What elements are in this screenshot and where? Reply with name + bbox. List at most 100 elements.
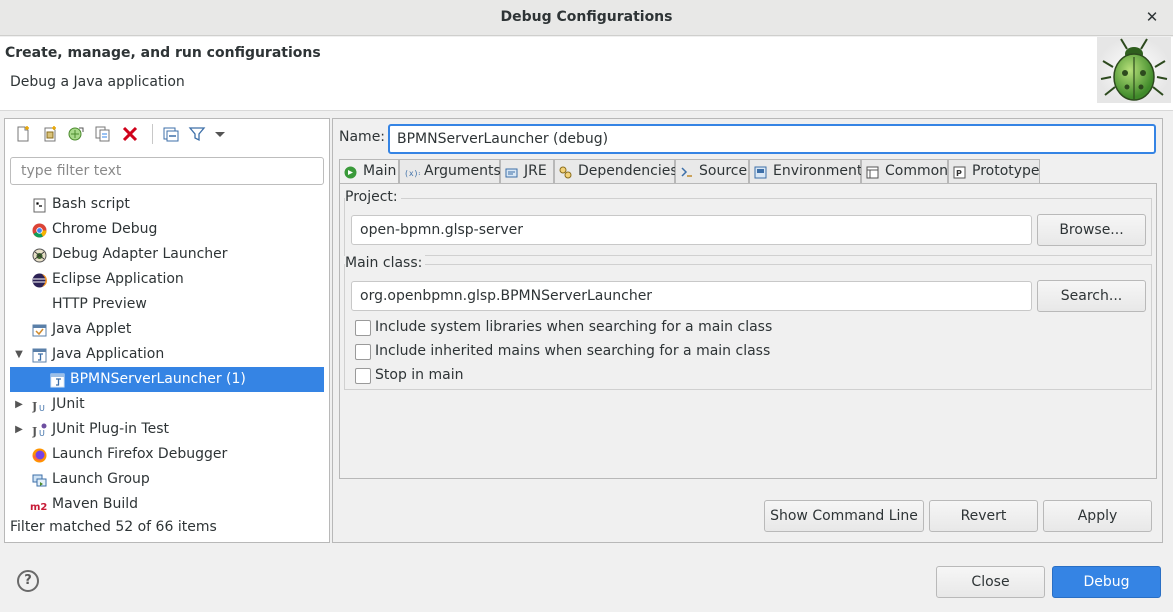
help-icon[interactable]: ? bbox=[17, 570, 39, 592]
main-tab-icon bbox=[344, 164, 357, 179]
view-menu-icon[interactable] bbox=[211, 125, 229, 143]
tree-item-java-application[interactable]: ▼ Java Application bbox=[10, 342, 324, 367]
filter-input[interactable] bbox=[10, 157, 324, 185]
svg-text:J: J bbox=[32, 400, 37, 413]
show-command-line-button[interactable]: Show Command Line bbox=[764, 500, 924, 532]
duplicate-icon[interactable] bbox=[94, 125, 112, 143]
stop-in-main-label[interactable]: Stop in main bbox=[375, 367, 463, 383]
configuration-editor: Name: Main (x)= Arguments JRE Dependenci… bbox=[332, 118, 1163, 543]
tree-item-label: JUnit bbox=[52, 396, 85, 412]
tree-item-debug-adapter-launcher[interactable]: Debug Adapter Launcher bbox=[10, 242, 324, 267]
tree-item-bpmn-server-launcher[interactable]: BPMNServerLauncher (1) bbox=[10, 367, 324, 392]
firefox-icon bbox=[32, 447, 47, 463]
tab-environment[interactable]: Environment bbox=[749, 159, 863, 183]
include-inherited-mains-checkbox[interactable] bbox=[355, 344, 371, 360]
junit-plugin-icon: JU bbox=[31, 422, 47, 438]
prototype-icon: P bbox=[953, 164, 966, 179]
filter-icon[interactable] bbox=[188, 125, 206, 143]
title-bar: Debug Configurations ✕ bbox=[0, 0, 1173, 36]
debug-adapter-icon bbox=[32, 247, 47, 263]
config-toolbar bbox=[5, 119, 329, 149]
revert-button[interactable]: Revert bbox=[929, 500, 1038, 532]
tree-item-launch-group[interactable]: Launch Group bbox=[10, 467, 324, 492]
tab-label: JRE bbox=[524, 163, 547, 179]
tree-item-bash-script[interactable]: Bash script bbox=[10, 192, 324, 217]
delete-icon[interactable] bbox=[121, 125, 139, 143]
tree-item-label: JUnit Plug-in Test bbox=[52, 421, 170, 437]
toolbar-separator bbox=[152, 124, 153, 144]
stop-in-main-checkbox[interactable] bbox=[355, 368, 371, 384]
arguments-icon: (x)= bbox=[404, 164, 423, 178]
tab-label: Environment bbox=[773, 163, 863, 179]
debug-button[interactable]: Debug bbox=[1052, 566, 1161, 598]
tree-item-http-preview[interactable]: HTTP Preview bbox=[10, 292, 324, 317]
chrome-icon bbox=[32, 222, 47, 238]
new-prototype-icon[interactable] bbox=[41, 125, 59, 143]
new-configuration-icon[interactable] bbox=[14, 125, 32, 143]
svg-text:P: P bbox=[956, 169, 962, 178]
bash-icon bbox=[32, 197, 47, 213]
name-input[interactable] bbox=[388, 124, 1156, 154]
include-system-libraries-label[interactable]: Include system libraries when searching … bbox=[375, 319, 772, 335]
tree-item-junit[interactable]: ▶ JU JUnit bbox=[10, 392, 324, 417]
tree-item-junit-plugin-test[interactable]: ▶ JU JUnit Plug-in Test bbox=[10, 417, 324, 442]
svg-text:m2: m2 bbox=[30, 502, 47, 513]
java-applet-icon bbox=[32, 322, 47, 337]
project-label: Project: bbox=[345, 189, 401, 205]
close-window-icon[interactable]: ✕ bbox=[1141, 6, 1163, 28]
collapse-all-icon[interactable] bbox=[162, 125, 180, 143]
tab-arguments[interactable]: (x)= Arguments bbox=[399, 159, 501, 183]
common-icon bbox=[866, 164, 879, 179]
collapse-arrow-icon[interactable]: ▼ bbox=[12, 342, 26, 367]
expand-arrow-icon[interactable]: ▶ bbox=[12, 417, 26, 442]
tree-item-eclipse-application[interactable]: Eclipse Application bbox=[10, 267, 324, 292]
tree-item-label: Debug Adapter Launcher bbox=[52, 246, 228, 262]
close-button[interactable]: Close bbox=[936, 566, 1045, 598]
java-launch-config-icon bbox=[50, 372, 65, 388]
expand-arrow-icon[interactable]: ▶ bbox=[12, 392, 26, 417]
tab-dependencies[interactable]: Dependencies bbox=[554, 159, 678, 183]
environment-icon bbox=[754, 164, 767, 179]
tab-label: Main bbox=[363, 163, 397, 179]
eclipse-icon bbox=[32, 272, 47, 288]
tree-item-label: Chrome Debug bbox=[52, 221, 158, 237]
tree-item-label: Eclipse Application bbox=[52, 271, 184, 287]
svg-text:U: U bbox=[39, 404, 45, 413]
svg-text:(x)=: (x)= bbox=[404, 169, 420, 178]
tab-label: Arguments bbox=[424, 163, 501, 179]
main-class-field[interactable] bbox=[351, 281, 1032, 311]
dialog-title: Create, manage, and run configurations bbox=[5, 45, 321, 61]
tab-common[interactable]: Common bbox=[861, 159, 948, 183]
tree-item-java-applet[interactable]: Java Applet bbox=[10, 317, 324, 342]
include-system-libraries-checkbox[interactable] bbox=[355, 320, 371, 336]
svg-text:J: J bbox=[32, 425, 37, 438]
launch-group-icon bbox=[32, 472, 47, 487]
main-tab-panel: Project: Browse... Main class: Search...… bbox=[339, 183, 1157, 479]
jre-icon bbox=[505, 164, 518, 178]
tab-main[interactable]: Main bbox=[339, 159, 399, 184]
tab-label: Dependencies bbox=[578, 163, 678, 179]
tree-item-label: Bash script bbox=[52, 196, 130, 212]
tree-item-label: Launch Group bbox=[52, 471, 150, 487]
tree-item-maven-build[interactable]: m2 Maven Build bbox=[10, 492, 324, 517]
export-icon[interactable] bbox=[67, 125, 85, 143]
tab-prototype[interactable]: P Prototype bbox=[948, 159, 1040, 183]
main-class-label: Main class: bbox=[345, 255, 426, 271]
browse-button[interactable]: Browse... bbox=[1037, 214, 1146, 246]
include-inherited-mains-label[interactable]: Include inherited mains when searching f… bbox=[375, 343, 770, 359]
tree-item-label: HTTP Preview bbox=[52, 296, 147, 312]
project-field[interactable] bbox=[351, 215, 1032, 245]
tree-item-chrome-debug[interactable]: Chrome Debug bbox=[10, 217, 324, 242]
dialog-subtitle: Debug a Java application bbox=[10, 74, 185, 90]
filter-status: Filter matched 52 of 66 items bbox=[10, 519, 217, 535]
tab-label: Common bbox=[885, 163, 949, 179]
window-title: Debug Configurations bbox=[500, 9, 673, 25]
apply-button[interactable]: Apply bbox=[1043, 500, 1152, 532]
junit-icon: JU bbox=[31, 397, 47, 413]
dialog-header: Create, manage, and run configurations D… bbox=[0, 37, 1173, 111]
tab-jre[interactable]: JRE bbox=[500, 159, 554, 183]
tab-source[interactable]: Source bbox=[675, 159, 749, 183]
search-button[interactable]: Search... bbox=[1037, 280, 1146, 312]
maven-icon: m2 bbox=[30, 497, 47, 513]
tree-item-launch-firefox-debugger[interactable]: Launch Firefox Debugger bbox=[10, 442, 324, 467]
